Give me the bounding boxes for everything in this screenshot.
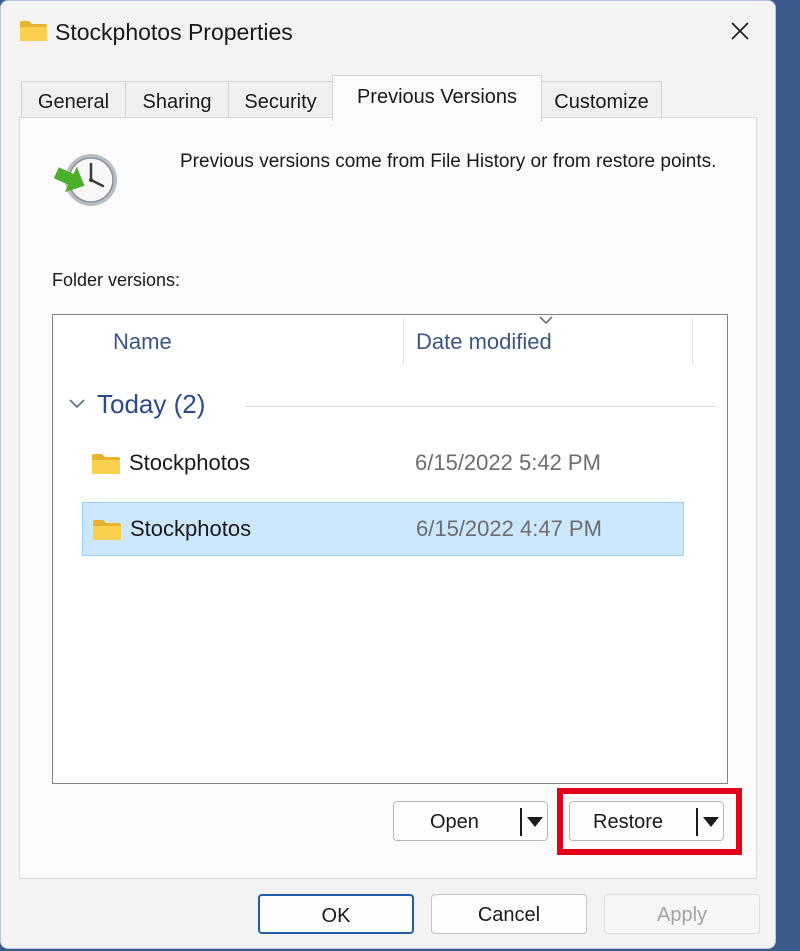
list-item-selected[interactable]: Stockphotos 6/15/2022 4:47 PM <box>82 502 684 556</box>
folder-icon <box>20 21 47 41</box>
tab-customize[interactable]: Customize <box>541 81 662 121</box>
tab-previous-versions[interactable]: Previous Versions <box>332 75 542 121</box>
item-name: Stockphotos <box>130 516 252 541</box>
folder-icon <box>93 520 121 540</box>
group-header-today[interactable]: Today (2) <box>67 387 717 423</box>
tab-label: Previous Versions <box>356 86 518 108</box>
close-button[interactable] <box>705 1 775 61</box>
tab-sharing[interactable]: Sharing <box>125 81 229 121</box>
properties-dialog: Stockphotos Properties General Sharing S… <box>0 0 776 949</box>
group-divider <box>245 406 717 407</box>
tab-general[interactable]: General <box>21 81 126 121</box>
dropdown-arrow-icon[interactable] <box>527 817 543 827</box>
previous-versions-panel: Previous versions come from File History… <box>19 117 757 879</box>
window-title: Stockphotos Properties <box>55 19 293 45</box>
column-header-name[interactable]: Name <box>53 315 403 367</box>
item-date: 6/15/2022 4:47 PM <box>416 516 602 541</box>
folder-icon <box>92 454 120 474</box>
item-date: 6/15/2022 5:42 PM <box>415 450 601 475</box>
cancel-button[interactable]: Cancel <box>431 894 587 934</box>
tab-label: General <box>37 91 110 113</box>
chevron-down-icon <box>69 399 85 409</box>
split-divider <box>520 808 522 836</box>
tab-label: Sharing <box>142 91 212 113</box>
column-separator[interactable] <box>692 317 693 365</box>
tab-security[interactable]: Security <box>228 81 333 121</box>
open-button[interactable]: Open <box>393 801 548 841</box>
close-icon <box>731 22 749 40</box>
folder-versions-list[interactable]: Name Date modified Today (2) Stockphotos… <box>52 314 728 784</box>
folder-versions-label: Folder versions: <box>52 270 181 290</box>
group-title: Today (2) <box>97 389 206 419</box>
restore-clock-icon <box>53 154 117 206</box>
apply-button[interactable]: Apply <box>604 894 760 934</box>
item-name: Stockphotos <box>129 450 251 475</box>
open-button-label: Open <box>430 811 479 833</box>
list-item[interactable]: Stockphotos 6/15/2022 5:42 PM <box>82 437 684 491</box>
title-bar: Stockphotos Properties <box>1 1 775 63</box>
sort-descending-icon <box>539 316 553 324</box>
intro-text: Previous versions come from File History… <box>180 151 717 172</box>
tab-label: Customize <box>554 91 649 113</box>
restore-highlight-box <box>557 788 742 855</box>
tab-label: Security <box>244 91 317 113</box>
ok-button[interactable]: OK <box>258 894 414 934</box>
